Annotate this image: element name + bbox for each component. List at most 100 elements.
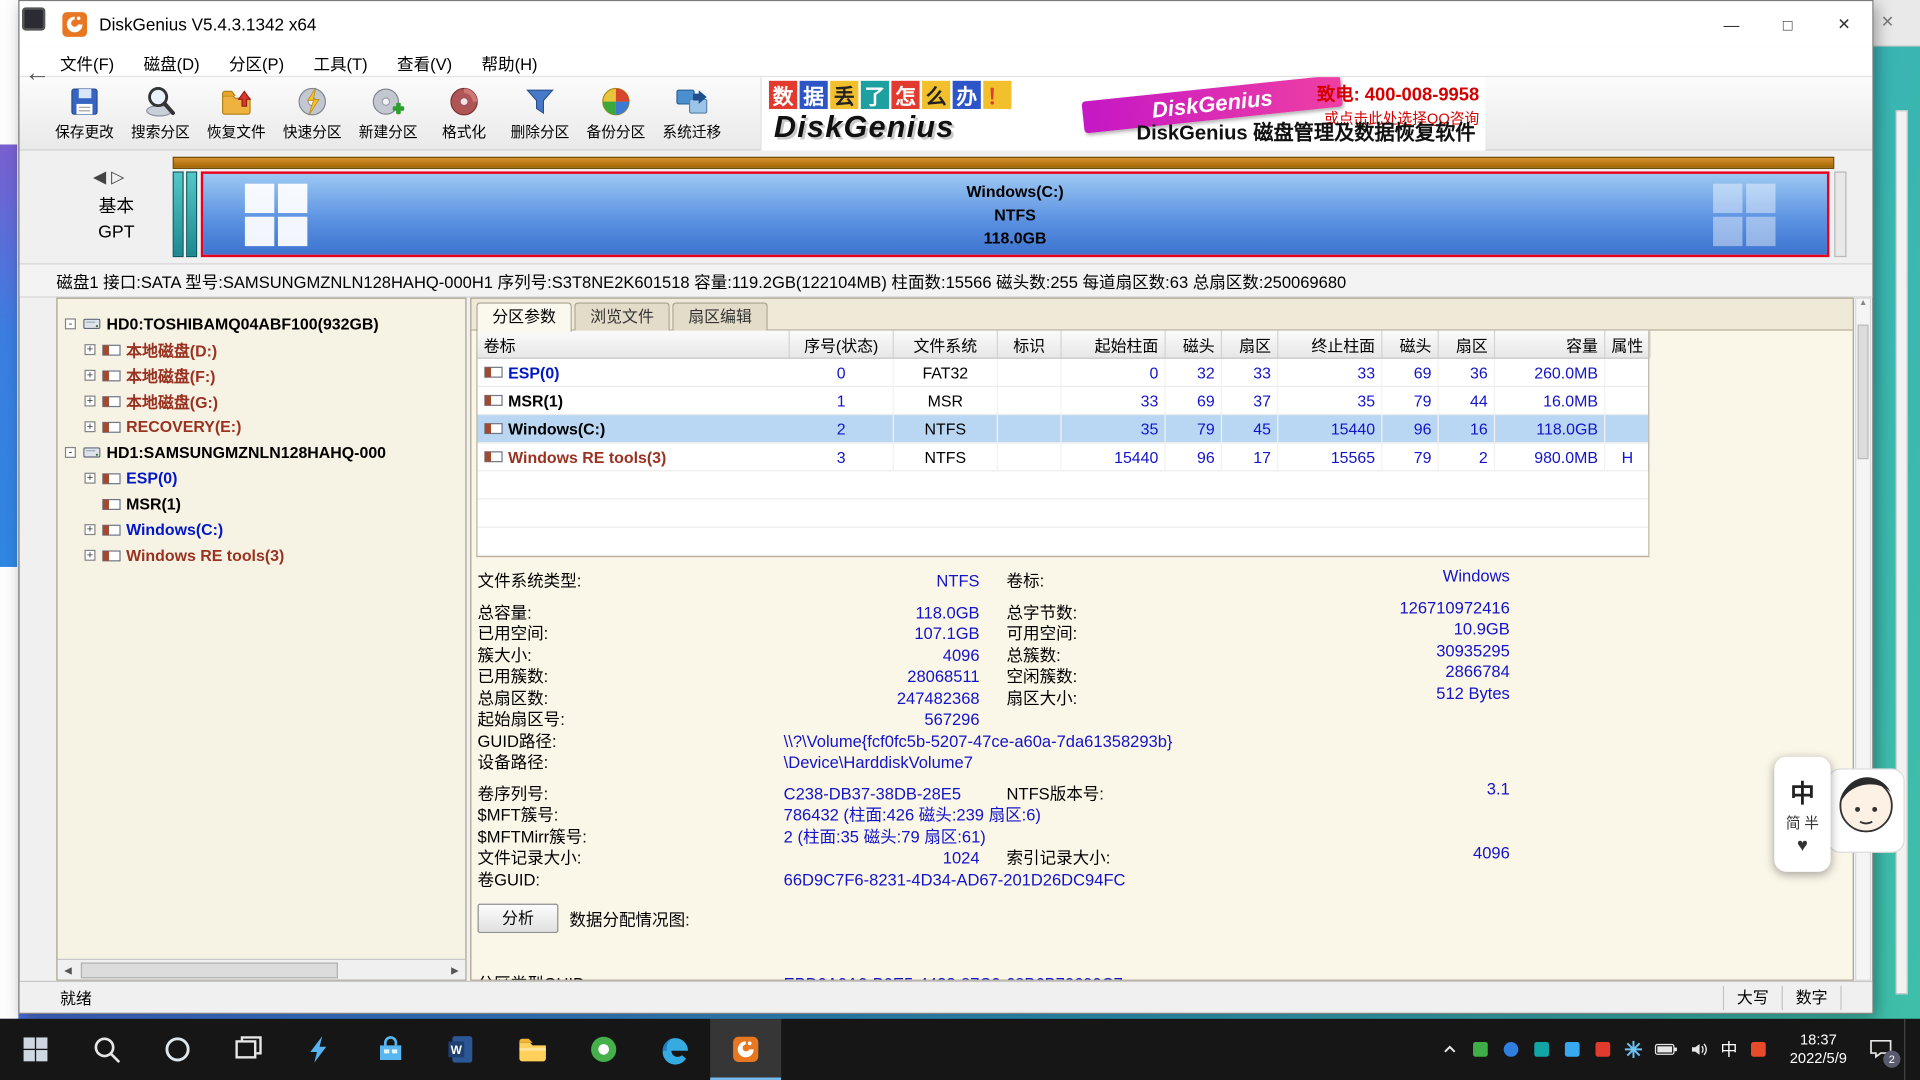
column-header[interactable]: 卷标 (478, 331, 790, 358)
column-header[interactable]: 容量 (1495, 331, 1605, 358)
close-button[interactable]: ✕ (1816, 1, 1872, 48)
taskbar-flash[interactable] (284, 1019, 355, 1080)
tray-tray-green-icon[interactable] (1471, 1040, 1491, 1060)
maximize-button[interactable]: □ (1760, 1, 1816, 48)
tree-item-local-disk-g[interactable]: +本地磁盘(G:) (58, 388, 466, 414)
windows-c-partition-bar[interactable]: Windows(C:) NTFS 118.0GB (201, 171, 1830, 257)
ad-banner[interactable]: 数据丢了怎么办！ DiskGenius DiskGenius 致电: 400-0… (760, 77, 1485, 150)
taskbar-search[interactable] (71, 1019, 142, 1080)
ime-halfwidth-label[interactable]: 半 (1804, 811, 1819, 832)
table-row-esp[interactable]: ESP(0)0FAT3203233336936260.0MB (478, 359, 1649, 387)
table-row-windows-c[interactable]: Windows(C:)2NTFS357945154409616118.0GB (478, 415, 1649, 443)
recover-files-button[interactable]: 恢复文件 (198, 79, 274, 148)
expander-icon[interactable]: + (84, 344, 95, 355)
minimize-button[interactable]: — (1703, 1, 1759, 48)
scroll-left-icon[interactable]: ◀ (58, 964, 79, 975)
save-changes-button[interactable]: 保存更改 (47, 79, 123, 148)
menu-item-help[interactable]: 帮助(H) (467, 50, 552, 74)
tab-browse-files[interactable]: 浏览文件 (574, 302, 670, 330)
nav-forward-icon[interactable]: ▷ (111, 167, 129, 187)
scroll-right-icon[interactable]: ▶ (444, 964, 465, 975)
backup-partition-button[interactable]: 备份分区 (578, 79, 654, 148)
column-header[interactable]: 终止柱面 (1278, 331, 1382, 358)
esp-partition-bar[interactable] (173, 171, 184, 257)
taskbar-start[interactable] (0, 1019, 71, 1080)
expander-icon[interactable]: + (84, 550, 95, 561)
column-header[interactable]: 扇区 (1222, 331, 1278, 358)
tree-item-hd1[interactable]: -HD1:SAMSUNGMZNLN128HAHQ-000 (58, 440, 466, 466)
expander-icon[interactable]: + (84, 396, 95, 407)
expander-icon[interactable]: + (84, 524, 95, 535)
column-header[interactable]: 标识 (998, 331, 1062, 358)
tree-item-windows-re-tools[interactable]: +Windows RE tools(3) (58, 542, 466, 568)
ime-floating-widget[interactable]: 中 简 半 ♥ (1774, 757, 1830, 872)
tree-item-windows-c[interactable]: +Windows(C:) (58, 517, 466, 543)
new-partition-button[interactable]: 新建分区 (350, 79, 426, 148)
format-button[interactable]: 格式化 (426, 79, 502, 148)
table-row-msr[interactable]: MSR(1)1MSR33693735794416.0MB (478, 387, 1649, 415)
scrollbar-thumb[interactable] (81, 962, 338, 978)
ime-simplified-label[interactable]: 简 (1786, 811, 1801, 832)
menu-item-view[interactable]: 查看(V) (382, 50, 466, 74)
taskbar-diskgenius[interactable] (710, 1019, 781, 1080)
tray-tray-skyblue-icon[interactable] (1562, 1040, 1582, 1060)
ime-lang-label[interactable]: 中 (1790, 773, 1814, 809)
tree-item-msr-1[interactable]: MSR(1) (58, 491, 466, 517)
column-header[interactable]: 磁头 (1166, 331, 1222, 358)
table-row-windows-re-tools[interactable]: Windows RE tools(3)3NTFS1544096171556579… (478, 443, 1649, 471)
tree-horizontal-scrollbar[interactable]: ◀ ▶ (58, 959, 466, 980)
expander-icon[interactable]: + (84, 370, 95, 381)
taskbar-edge[interactable] (639, 1019, 710, 1080)
column-header[interactable]: 序号(状态) (790, 331, 894, 358)
taskbar-task-view[interactable] (213, 1019, 284, 1080)
tray-tray-teal-icon[interactable] (1532, 1040, 1552, 1060)
background-scrollbar[interactable] (1896, 110, 1908, 994)
tray-tray-red-icon[interactable] (1593, 1040, 1613, 1060)
column-header[interactable]: 磁头 (1382, 331, 1438, 358)
analyze-button[interactable]: 分析 (478, 904, 559, 933)
expander-icon[interactable]: - (65, 318, 76, 329)
action-center-icon[interactable]: 2 (1869, 1037, 1893, 1063)
tray-volume-icon[interactable] (1690, 1040, 1710, 1060)
back-arrow-icon[interactable]: ← (24, 59, 50, 88)
show-desktop-button[interactable] (1904, 1019, 1910, 1080)
background-close-icon[interactable]: ✕ (1881, 12, 1894, 32)
panel-vertical-scrollbar[interactable]: ▲ (1855, 298, 1871, 981)
menu-item-file[interactable]: 文件(F) (45, 50, 129, 74)
column-header[interactable]: 扇区 (1439, 331, 1495, 358)
menu-item-tools[interactable]: 工具(T) (299, 50, 383, 74)
column-header[interactable]: 属性 (1605, 331, 1650, 358)
taskbar-word[interactable]: W (426, 1019, 497, 1080)
tray-tray-orange-icon[interactable] (1749, 1040, 1769, 1060)
scrollbar-thumb[interactable] (1858, 324, 1869, 459)
tree-item-local-disk-d[interactable]: +本地磁盘(D:) (58, 337, 466, 363)
tree-item-recovery-e[interactable]: +RECOVERY(E:) (58, 414, 466, 440)
tray-tray-blue-icon[interactable] (1501, 1040, 1521, 1060)
tree-item-esp-0[interactable]: +ESP(0) (58, 465, 466, 491)
tree-item-hd0[interactable]: -HD0:TOSHIBAMQ04ABF100(932GB) (58, 311, 466, 337)
taskbar-cortana[interactable] (142, 1019, 213, 1080)
column-header[interactable]: 起始柱面 (1062, 331, 1166, 358)
taskbar-store[interactable] (355, 1019, 426, 1080)
tab-sector-edit[interactable]: 扇区编辑 (672, 302, 768, 330)
msr-partition-bar[interactable] (186, 171, 197, 257)
quick-partition-button[interactable]: 快速分区 (274, 79, 350, 148)
nav-back-icon[interactable]: ◀ (93, 167, 111, 187)
tree-item-local-disk-f[interactable]: +本地磁盘(F:) (58, 362, 466, 388)
taskbar-clock[interactable]: 18:37 2022/5/9 (1779, 1031, 1857, 1068)
menu-item-disk[interactable]: 磁盘(D) (129, 50, 214, 74)
expander-icon[interactable]: + (84, 421, 95, 432)
column-header[interactable]: 文件系统 (894, 331, 998, 358)
expander-icon[interactable]: - (65, 447, 76, 458)
tab-partition-params[interactable]: 分区参数 (476, 302, 572, 331)
heart-icon[interactable]: ♥ (1797, 834, 1808, 855)
system-migration-button[interactable]: 系统迁移 (654, 79, 730, 148)
ime-indicator[interactable]: 中 (1720, 1037, 1737, 1061)
menu-item-partition[interactable]: 分区(P) (214, 50, 298, 74)
taskbar-browser-360[interactable] (568, 1019, 639, 1080)
delete-partition-button[interactable]: 删除分区 (502, 79, 578, 148)
tray-chevron-up-icon[interactable] (1440, 1040, 1460, 1060)
expander-icon[interactable]: + (84, 473, 95, 484)
overlay-window-icon[interactable] (22, 7, 45, 30)
taskbar-file-explorer[interactable] (497, 1019, 568, 1080)
